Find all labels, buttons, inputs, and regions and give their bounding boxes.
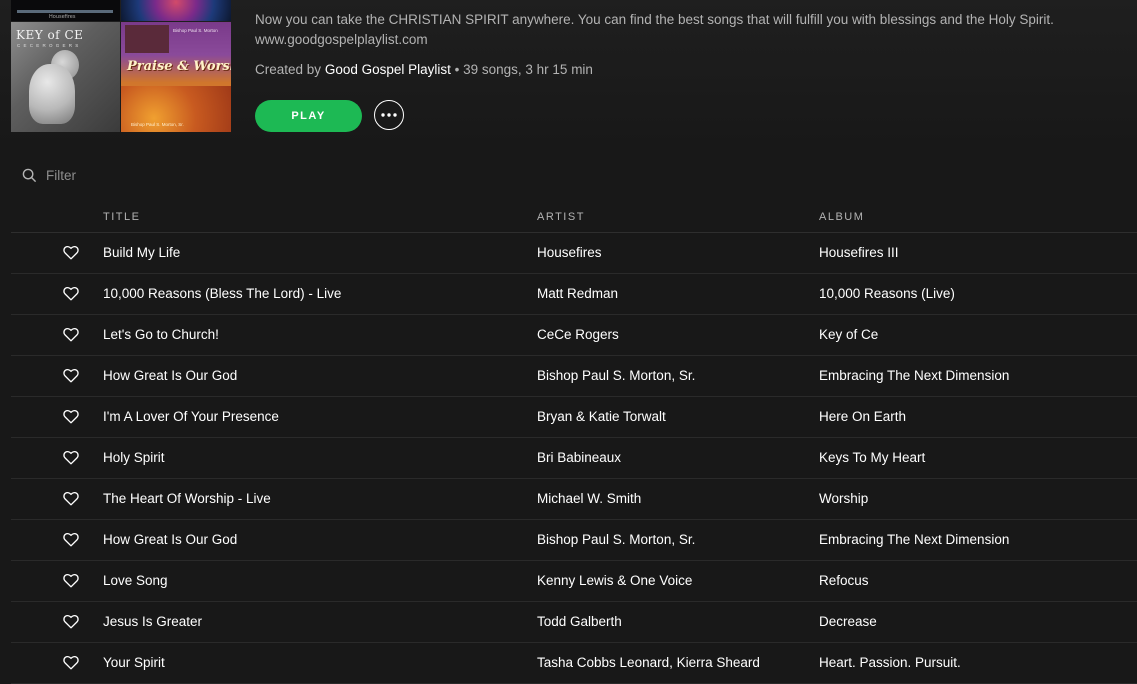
track-artist[interactable]: Bishop Paul S. Morton, Sr. (537, 368, 695, 384)
track-row[interactable]: Love Song Kenny Lewis & One Voice Refocus (11, 561, 1137, 602)
playlist-stats: • 39 songs, 3 hr 15 min (454, 62, 593, 77)
track-title[interactable]: How Great Is Our God (103, 532, 237, 548)
track-album[interactable]: Keys To My Heart (819, 450, 925, 466)
track-artist[interactable]: Tasha Cobbs Leonard, Kierra Sheard (537, 655, 760, 671)
track-row[interactable]: Holy Spirit Bri Babineaux Keys To My Heart (11, 438, 1137, 479)
track-album[interactable]: 10,000 Reasons (Live) (819, 286, 955, 302)
track-row[interactable]: Jesus Is Greater Todd Galberth Decrease (11, 602, 1137, 643)
album-art-title: Praise & Worship (127, 59, 231, 74)
track-artist[interactable]: Bishop Paul S. Morton, Sr. (537, 532, 695, 548)
track-list: Build My Life Housefires Housefires III 10,… (11, 233, 1137, 684)
heart-icon[interactable] (63, 327, 79, 347)
playlist-cover-mosaic: Housefires KEY of CE C E C E R O G E R S… (11, 0, 231, 132)
track-album[interactable]: Embracing The Next Dimension (819, 368, 1009, 384)
playlist-description: Now you can take the CHRISTIAN SPIRIT an… (255, 10, 1135, 50)
track-row[interactable]: Let's Go to Church! CeCe Rogers Key of Ce (11, 315, 1137, 356)
track-title[interactable]: How Great Is Our God (103, 368, 237, 384)
track-title[interactable]: Build My Life (103, 245, 180, 261)
heart-icon[interactable] (63, 450, 79, 470)
album-art-caption: Housefires (49, 14, 76, 20)
track-album[interactable]: Here On Earth (819, 409, 906, 425)
track-album[interactable]: Worship (819, 491, 868, 507)
track-title[interactable]: Your Spirit (103, 655, 165, 671)
column-header-album[interactable]: ALBUM (819, 211, 864, 223)
heart-icon[interactable] (63, 532, 79, 552)
heart-icon[interactable] (63, 409, 79, 429)
track-row[interactable]: Your Spirit Tasha Cobbs Leonard, Kierra S… (11, 643, 1137, 684)
track-album[interactable]: Housefires III (819, 245, 899, 261)
album-art-top-left: Housefires (11, 0, 120, 21)
more-options-button[interactable] (374, 100, 404, 130)
heart-icon[interactable] (63, 655, 79, 675)
track-artist[interactable]: Michael W. Smith (537, 491, 641, 507)
album-art-footer: Bishop Paul S. Morton, Sr. (131, 122, 184, 127)
track-album[interactable]: Key of Ce (819, 327, 878, 343)
album-art-info: Bishop Paul S. Morton (173, 28, 218, 33)
playlist-meta: Created by Good Gospel Playlist • 39 son… (255, 61, 593, 79)
track-row[interactable]: Build My Life Housefires Housefires III (11, 233, 1137, 274)
description-text: Now you can take the CHRISTIAN SPIRIT an… (255, 12, 1054, 27)
heart-icon[interactable] (63, 573, 79, 593)
album-art-subtitle: C E C E R O G E R S (17, 43, 80, 48)
album-art-praise-worship: Bishop Paul S. Morton Praise & Worship B… (121, 22, 231, 132)
track-row[interactable]: I'm A Lover Of Your Presence Bryan & Kati… (11, 397, 1137, 438)
track-album[interactable]: Embracing The Next Dimension (819, 532, 1009, 548)
track-artist[interactable]: Matt Redman (537, 286, 618, 302)
track-title[interactable]: Love Song (103, 573, 168, 589)
track-artist[interactable]: Housefires (537, 245, 602, 261)
track-title[interactable]: The Heart Of Worship - Live (103, 491, 271, 507)
filter-input[interactable] (46, 168, 246, 183)
heart-icon[interactable] (63, 614, 79, 634)
track-artist[interactable]: CeCe Rogers (537, 327, 619, 343)
column-header-artist[interactable]: ARTIST (537, 211, 585, 223)
track-row[interactable]: The Heart Of Worship - Live Michael W. Sm… (11, 479, 1137, 520)
track-title[interactable]: 10,000 Reasons (Bless The Lord) - Live (103, 286, 341, 302)
play-button[interactable]: PLAY (255, 100, 362, 132)
track-title[interactable]: Jesus Is Greater (103, 614, 202, 630)
album-art-top-right (121, 0, 231, 21)
track-album[interactable]: Heart. Passion. Pursuit. (819, 655, 961, 671)
album-art-title: KEY of CE (16, 28, 84, 42)
track-album[interactable]: Refocus (819, 573, 869, 589)
track-row[interactable]: How Great Is Our God Bishop Paul S. Morto… (11, 520, 1137, 561)
created-by-label: Created by (255, 62, 322, 77)
playlist-owner-link[interactable]: Good Gospel Playlist (325, 62, 451, 77)
heart-icon[interactable] (63, 286, 79, 306)
track-title[interactable]: Holy Spirit (103, 450, 165, 466)
heart-icon[interactable] (63, 491, 79, 511)
track-artist[interactable]: Kenny Lewis & One Voice (537, 573, 692, 589)
ellipsis-icon (381, 113, 397, 117)
column-header-title[interactable]: TITLE (103, 211, 140, 223)
track-artist[interactable]: Bri Babineaux (537, 450, 621, 466)
search-icon (22, 168, 37, 183)
filter-bar (22, 168, 246, 183)
album-art-key-of-ce: KEY of CE C E C E R O G E R S (11, 22, 120, 132)
track-album[interactable]: Decrease (819, 614, 877, 630)
heart-icon[interactable] (63, 368, 79, 388)
track-title[interactable]: I'm A Lover Of Your Presence (103, 409, 279, 425)
description-link: www.goodgospelplaylist.com (255, 32, 428, 47)
track-row[interactable]: 10,000 Reasons (Bless The Lord) - Live Ma… (11, 274, 1137, 315)
heart-icon[interactable] (63, 245, 79, 265)
track-artist[interactable]: Todd Galberth (537, 614, 622, 630)
track-row[interactable]: How Great Is Our God Bishop Paul S. Morto… (11, 356, 1137, 397)
track-artist[interactable]: Bryan & Katie Torwalt (537, 409, 666, 425)
track-title[interactable]: Let's Go to Church! (103, 327, 219, 343)
